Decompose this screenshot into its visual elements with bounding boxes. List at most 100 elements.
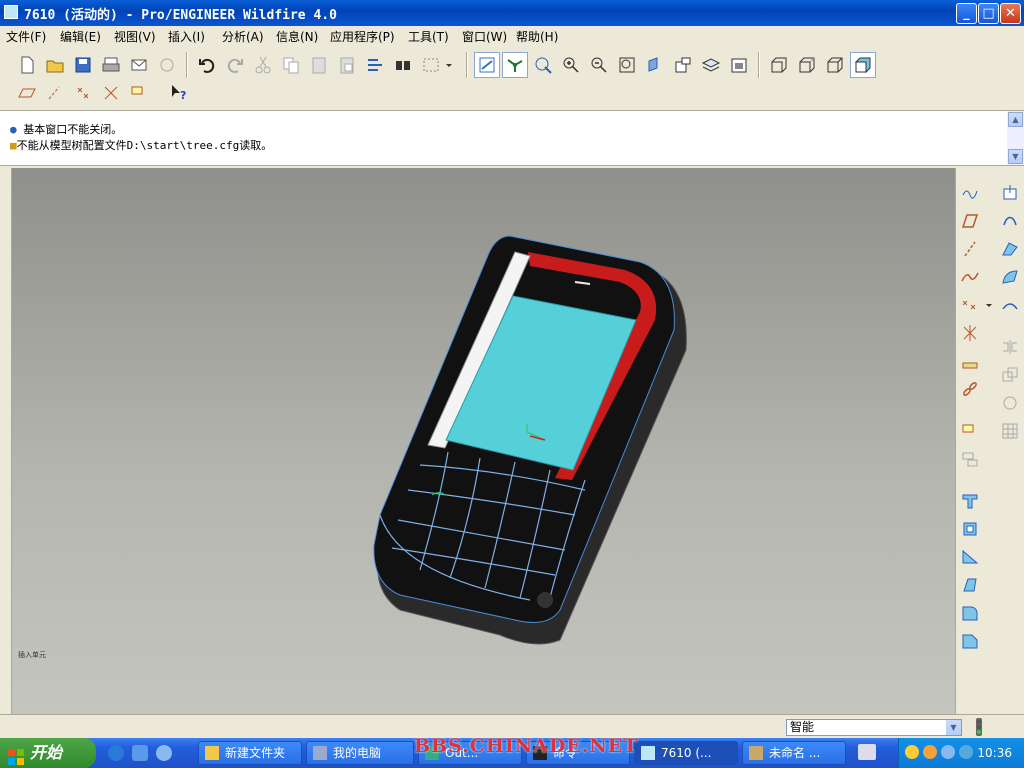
analysis-feature-icon[interactable] [958, 350, 982, 372]
close-button[interactable]: ✕ [1000, 3, 1021, 24]
navigator-sash[interactable] [0, 168, 12, 714]
network-icon[interactable] [941, 745, 955, 759]
svg-text:?: ? [180, 89, 186, 102]
boundary-blend-icon[interactable] [998, 266, 1022, 288]
chevron-down-icon[interactable] [442, 52, 456, 78]
menu-view[interactable]: 视图(V) [114, 28, 156, 45]
zoom-out-icon[interactable] [586, 52, 612, 78]
udf-icon [958, 448, 982, 470]
chevron-down-icon[interactable]: ▼ [946, 720, 961, 735]
ie-tray-icon[interactable] [959, 745, 973, 759]
datum-point-icon[interactable] [958, 294, 982, 316]
chamfer-icon[interactable] [958, 630, 982, 652]
menu-insert[interactable]: 插入(I) [168, 28, 205, 45]
round-icon[interactable] [958, 602, 982, 624]
style-icon[interactable] [998, 294, 1022, 316]
menu-window[interactable]: 窗口(W) [462, 28, 507, 45]
print-icon[interactable] [98, 52, 124, 78]
app-icon[interactable] [4, 5, 18, 19]
folder-icon [205, 746, 219, 760]
message-scrollbar[interactable]: ▲ ▼ [1007, 111, 1024, 165]
minimize-button[interactable]: _ [956, 3, 977, 24]
graphics-corner-label: 插入单元 [18, 651, 46, 659]
reorient-icon[interactable] [642, 52, 668, 78]
view-manager-icon[interactable] [726, 52, 752, 78]
graphics-window[interactable] [12, 168, 955, 714]
scroll-up-icon[interactable]: ▲ [1008, 112, 1023, 127]
show-desktop-icon[interactable] [156, 745, 172, 761]
task-my-computer[interactable]: 我的电脑 [306, 741, 414, 765]
menu-bar: 文件(F) 编辑(E) 视图(V) 插入(I) 分析(A) 信息(N) 应用程序… [0, 26, 1024, 46]
task-untitled[interactable]: 未命名 ... [742, 741, 846, 765]
send-mail-icon[interactable] [126, 52, 152, 78]
selection-box-icon[interactable] [418, 52, 444, 78]
new-file-icon[interactable] [14, 52, 40, 78]
find-icon[interactable] [390, 52, 416, 78]
cut-icon [250, 52, 276, 78]
ie-icon[interactable] [108, 745, 124, 761]
shading-icon[interactable] [850, 52, 876, 78]
maximize-button[interactable]: □ [978, 3, 999, 24]
save-icon[interactable] [70, 52, 96, 78]
datum-plane-icon[interactable] [958, 210, 982, 232]
selection-filter-dropdown[interactable]: 智能 ▼ [786, 719, 962, 736]
datum-plane-display-icon[interactable] [14, 80, 40, 106]
computer-icon [313, 746, 327, 760]
menu-tools[interactable]: 工具(T) [408, 28, 449, 45]
annotation-display-icon[interactable] [126, 80, 152, 106]
zoom-in-icon[interactable] [558, 52, 584, 78]
coordinate-system-icon[interactable] [958, 322, 982, 344]
hole-icon[interactable] [998, 182, 1022, 204]
windows-logo-icon [8, 745, 24, 765]
extrude-icon[interactable] [958, 490, 982, 512]
quick-launch-icon[interactable] [132, 745, 148, 761]
message-line: ■不能从模型树配置文件D:\start\tree.cfg读取。 [10, 139, 273, 152]
open-folder-icon[interactable] [42, 52, 68, 78]
mirror-icon [998, 336, 1022, 358]
feature-toolbar [955, 168, 1024, 714]
chain-icon[interactable] [958, 378, 982, 400]
menu-analysis[interactable]: 分析(A) [222, 28, 264, 45]
message-area: ● 基本窗口不能关闭。 ■不能从模型树配置文件D:\start\tree.cfg… [0, 110, 1024, 166]
sketch-icon[interactable] [958, 182, 982, 204]
task-proe-7610[interactable]: 7610 (... [634, 741, 738, 765]
spin-center-icon[interactable] [502, 52, 528, 78]
saved-views-icon[interactable] [670, 52, 696, 78]
qq-icon[interactable] [905, 745, 919, 759]
rib-icon[interactable] [958, 546, 982, 568]
scroll-down-icon[interactable]: ▼ [1008, 149, 1023, 164]
undo-icon[interactable] [194, 52, 220, 78]
layers-icon[interactable] [698, 52, 724, 78]
revolve-icon[interactable] [958, 518, 982, 540]
keyboard-icon[interactable] [858, 744, 876, 760]
coordinate-system-display-icon[interactable] [98, 80, 124, 106]
draft-icon[interactable] [958, 574, 982, 596]
task-new-folder[interactable]: 新建文件夹 [198, 741, 302, 765]
shell-icon[interactable] [998, 210, 1022, 232]
context-help-icon[interactable]: ? [166, 80, 192, 106]
phone-model[interactable] [12, 168, 955, 714]
datum-point-display-icon[interactable] [70, 80, 96, 106]
annotation-icon[interactable] [958, 420, 982, 442]
no-hidden-icon[interactable] [822, 52, 848, 78]
datum-axis-icon[interactable] [958, 238, 982, 260]
wireframe-icon[interactable] [766, 52, 792, 78]
menu-file[interactable]: 文件(F) [6, 28, 46, 45]
hidden-line-icon[interactable] [794, 52, 820, 78]
datum-axis-display-icon[interactable] [42, 80, 68, 106]
clock[interactable]: 10:36 [977, 746, 1012, 760]
refit-icon[interactable] [614, 52, 640, 78]
regenerate-icon[interactable] [362, 52, 388, 78]
menu-applications[interactable]: 应用程序(P) [330, 28, 395, 45]
sweep-icon[interactable] [998, 238, 1022, 260]
menu-edit[interactable]: 编辑(E) [60, 28, 101, 45]
orient-mode-icon[interactable] [530, 52, 556, 78]
datum-curve-icon[interactable] [958, 266, 982, 288]
menu-help[interactable]: 帮助(H) [516, 28, 558, 45]
chevron-right-icon[interactable] [984, 294, 994, 316]
repaint-icon[interactable] [474, 52, 500, 78]
selection-filter-value: 智能 [790, 720, 815, 734]
start-button[interactable]: 开始 [0, 738, 96, 768]
menu-info[interactable]: 信息(N) [276, 28, 318, 45]
tray-app-icon[interactable] [923, 745, 937, 759]
